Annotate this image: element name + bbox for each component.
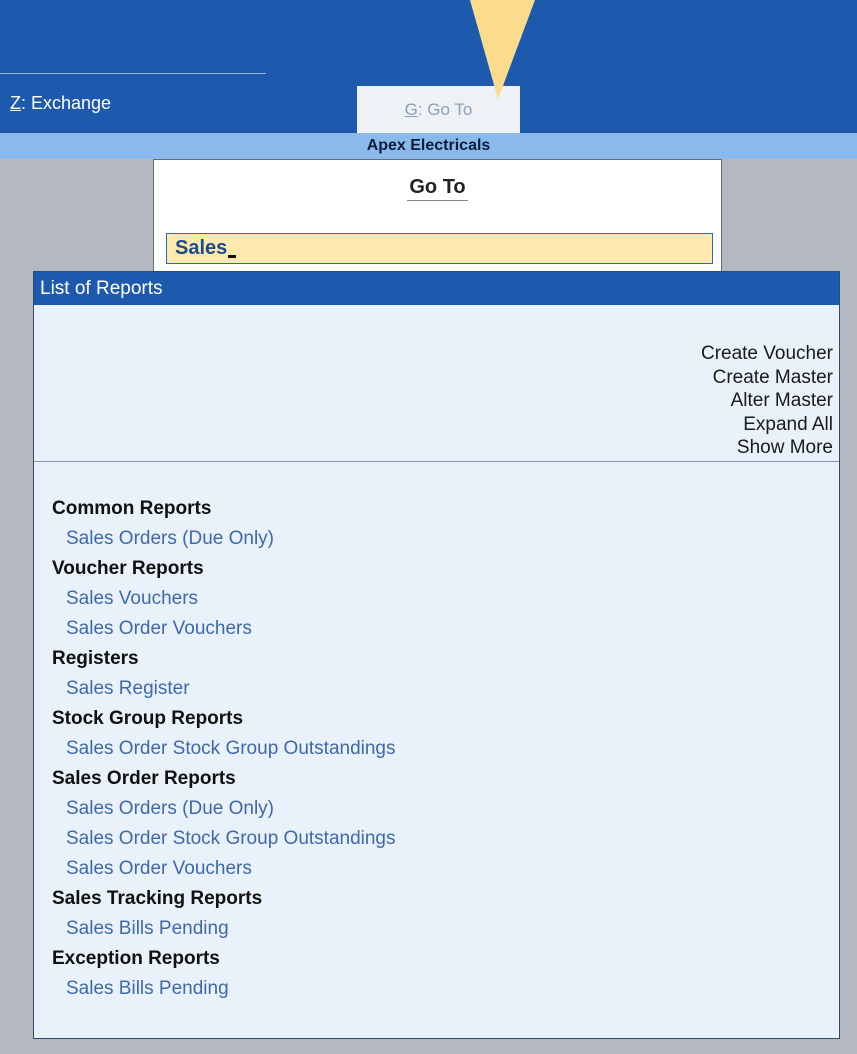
company-name: Apex Electricals (366, 137, 491, 154)
create-master-button[interactable]: Create Master (701, 366, 833, 390)
group-sales-order-reports: Sales Order Reports (52, 768, 236, 789)
list-item[interactable]: Sales Bills Pending (52, 914, 396, 944)
goto-panel: Go To Sales (153, 159, 722, 272)
group-voucher-reports: Voucher Reports (52, 558, 204, 579)
report-groups: Common Reports Sales Orders (Due Only) V… (52, 494, 396, 1004)
text-cursor (228, 255, 237, 258)
exchange-button[interactable]: Z: Exchange (10, 93, 111, 114)
alter-master-button[interactable]: Alter Master (701, 389, 833, 413)
group-registers: Registers (52, 648, 139, 669)
create-voucher-button[interactable]: Create Voucher (701, 342, 833, 366)
expand-all-button[interactable]: Expand All (701, 413, 833, 437)
group-sales-tracking-reports: Sales Tracking Reports (52, 888, 263, 909)
topbar-divider (0, 73, 266, 74)
top-button-bar: Z: Exchange G: Go To (0, 0, 857, 133)
exchange-label: : Exchange (21, 93, 112, 113)
goto-search-input[interactable]: Sales (166, 233, 713, 264)
action-links: Create Voucher Create Master Alter Maste… (701, 342, 833, 460)
list-item[interactable]: Sales Bills Pending (52, 974, 396, 1004)
company-name-bar: Apex Electricals (0, 133, 857, 159)
list-item[interactable]: Sales Orders (Due Only) (52, 794, 396, 824)
search-value: Sales (175, 237, 228, 259)
list-divider (34, 461, 839, 462)
list-of-reports-panel: List of Reports Create Voucher Create Ma… (33, 271, 840, 1039)
list-item[interactable]: Sales Order Stock Group Outstandings (52, 824, 396, 854)
list-item[interactable]: Sales Vouchers (52, 584, 396, 614)
group-stock-group-reports: Stock Group Reports (52, 708, 244, 729)
goto-shortcut-key: G (404, 99, 418, 119)
list-item[interactable]: Sales Orders (Due Only) (52, 524, 396, 554)
group-common-reports: Common Reports (52, 498, 212, 519)
list-item[interactable]: Sales Order Vouchers (52, 854, 396, 884)
list-item[interactable]: Sales Order Stock Group Outstandings (52, 734, 396, 764)
goto-panel-title: Go To (154, 176, 721, 201)
list-item[interactable]: Sales Register (52, 674, 396, 704)
goto-button[interactable]: G: Go To (357, 86, 520, 133)
list-header: List of Reports (34, 272, 839, 305)
list-item[interactable]: Sales Order Vouchers (52, 614, 396, 644)
goto-label: : Go To (417, 99, 473, 119)
group-exception-reports: Exception Reports (52, 948, 220, 969)
show-more-button[interactable]: Show More (701, 436, 833, 460)
exchange-shortcut-key: Z (10, 93, 21, 113)
